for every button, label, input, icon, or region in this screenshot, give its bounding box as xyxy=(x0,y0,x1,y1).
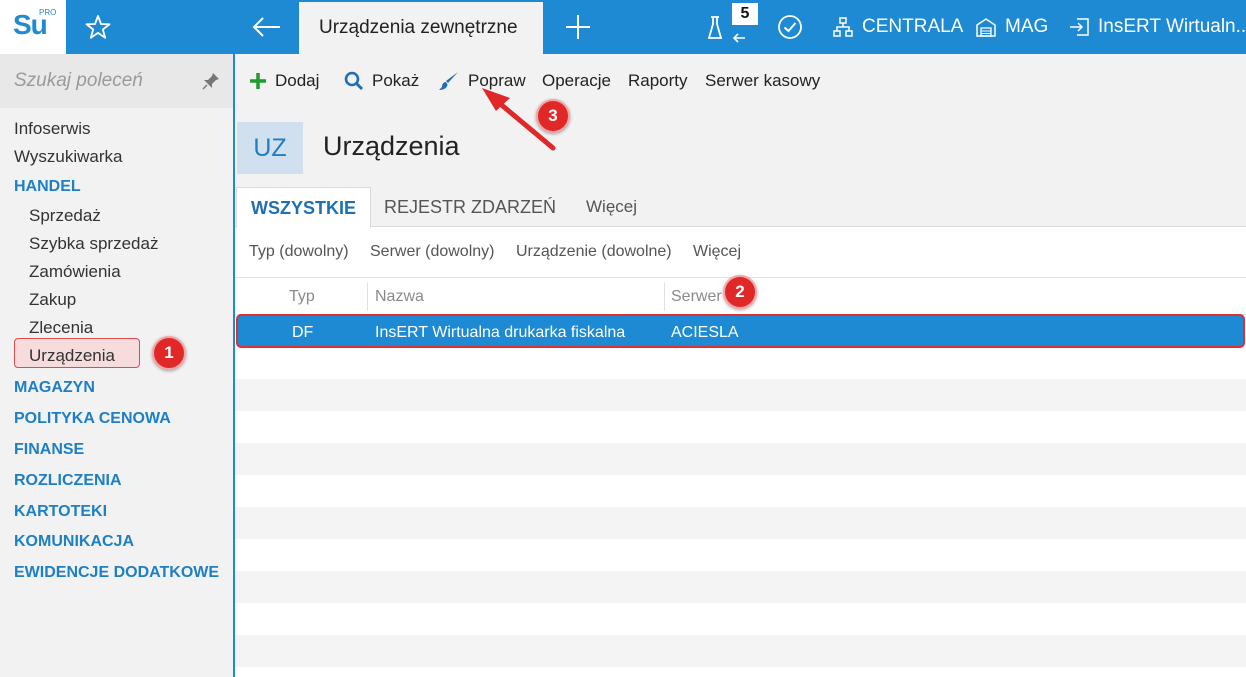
empty-row xyxy=(235,443,1246,475)
sidebar-item-szybka-sprzedaz[interactable]: Szybka sprzedaż xyxy=(29,234,158,254)
cell-server: ACIESLA xyxy=(671,324,739,341)
back-arrow-icon[interactable] xyxy=(250,12,282,42)
logo-superscript: PRO xyxy=(39,8,57,17)
reports-menu[interactable]: Raporty xyxy=(628,70,688,92)
sidebar-item-urzadzenia[interactable]: Urządzenia xyxy=(29,346,115,366)
devices-table: Typ Nazwa Serwer DF InsERT Wirtualna dru… xyxy=(235,279,1246,677)
empty-row xyxy=(235,571,1246,603)
cash-server-menu[interactable]: Serwer kasowy xyxy=(705,70,820,92)
module-tile: UZ xyxy=(237,122,303,174)
sidebar-group-finanse[interactable]: FINANSE xyxy=(14,441,84,459)
command-search xyxy=(0,54,233,108)
warehouse-icon xyxy=(976,18,996,37)
column-header-type[interactable]: Typ xyxy=(289,288,315,306)
show-button[interactable]: Pokaż xyxy=(344,70,419,92)
column-header-name[interactable]: Nazwa xyxy=(375,288,424,306)
notification-badge: 5 xyxy=(732,3,758,25)
warehouse-label: MAG xyxy=(1005,16,1049,37)
company-selector[interactable]: InsERT Wirtualn... xyxy=(1068,14,1246,40)
tab-more[interactable]: Więcej xyxy=(572,187,651,227)
sidebar-item-zakup[interactable]: Zakup xyxy=(29,290,76,310)
empty-row xyxy=(235,379,1246,411)
company-label: InsERT Wirtualn... xyxy=(1098,16,1246,37)
command-search-input[interactable] xyxy=(14,68,194,94)
pin-icon[interactable] xyxy=(202,72,220,90)
favorites-star-icon[interactable] xyxy=(84,13,112,41)
sidebar-item-wyszukiwarka[interactable]: Wyszukiwarka xyxy=(14,147,122,167)
filter-bar: Typ (dowolny) Serwer (dowolny) Urządzeni… xyxy=(235,228,1246,278)
annotation-marker-2: 2 xyxy=(723,275,757,309)
sidebar-item-sprzedaz[interactable]: Sprzedaż xyxy=(29,206,101,226)
check-circle-icon[interactable] xyxy=(776,13,804,41)
sidebar-group-polityka-cenowa[interactable]: POLITYKA CENOWA xyxy=(14,410,171,428)
centrala-label: CENTRALA xyxy=(862,16,964,37)
sidebar-group-ewidencje-dodatkowe[interactable]: EWIDENCJE DODATKOWE xyxy=(14,564,219,582)
page-title: Urządzenia xyxy=(323,131,460,161)
app-logo[interactable]: Su PRO xyxy=(0,0,66,54)
cell-type: DF xyxy=(292,324,314,341)
add-button[interactable]: Dodaj xyxy=(249,70,319,92)
sidebar-group-rozliczenia[interactable]: ROZLICZENIA xyxy=(14,472,122,490)
new-tab-plus-icon[interactable] xyxy=(563,12,593,42)
tab-event-log[interactable]: REJESTR ZDARZEŃ xyxy=(370,187,570,227)
network-icon xyxy=(833,17,853,37)
command-toolbar: Dodaj Pokaż Popraw Operacje Raporty Serw… xyxy=(235,54,1246,107)
column-separator[interactable] xyxy=(664,283,665,311)
show-button-label: Pokaż xyxy=(372,71,420,90)
sidebar-item-zamowienia[interactable]: Zamówienia xyxy=(29,262,121,282)
empty-row xyxy=(235,507,1246,539)
filter-type[interactable]: Typ (dowolny) xyxy=(249,243,349,261)
warehouse-selector[interactable]: MAG xyxy=(975,14,1048,40)
sidebar-group-magazyn[interactable]: MAGAZYN xyxy=(14,379,95,397)
top-bar: Su PRO Urządzenia zewnętrzne 5 CENTRALA … xyxy=(0,0,1246,54)
cash-server-label: Serwer kasowy xyxy=(705,71,821,90)
sign-in-icon xyxy=(1070,18,1089,36)
table-row[interactable]: DF InsERT Wirtualna drukarka fiskalna AC… xyxy=(236,314,1245,348)
tab-urzadzenia-zewnetrzne[interactable]: Urządzenia zewnętrzne xyxy=(299,2,543,54)
filter-device[interactable]: Urządzenie (dowolne) xyxy=(516,243,672,261)
column-separator[interactable] xyxy=(367,283,368,311)
tab-label: Urządzenia zewnętrzne xyxy=(319,17,518,38)
sidebar-group-komunikacja[interactable]: KOMUNIKACJA xyxy=(14,533,134,551)
add-button-label: Dodaj xyxy=(275,71,320,90)
brush-icon xyxy=(439,72,458,90)
cell-name: InsERT Wirtualna drukarka fiskalna xyxy=(375,324,626,341)
column-header-server[interactable]: Serwer xyxy=(671,288,722,306)
filter-server[interactable]: Serwer (dowolny) xyxy=(370,243,494,261)
filter-more[interactable]: Więcej xyxy=(693,243,741,261)
sidebar-group-handel[interactable]: HANDEL xyxy=(14,178,81,196)
plus-icon xyxy=(250,73,266,89)
sidebar-item-infoserwis[interactable]: Infoserwis xyxy=(14,119,91,139)
search-icon xyxy=(344,71,364,91)
view-tabs: WSZYSTKIE REJESTR ZDARZEŃ Więcej xyxy=(235,187,1246,228)
sidebar: Infoserwis Wyszukiwarka HANDEL Sprzedaż … xyxy=(0,54,235,677)
page-header: UZ Urządzenia xyxy=(235,107,1246,187)
reports-label: Raporty xyxy=(628,71,688,90)
annotation-marker-1: 1 xyxy=(152,336,186,370)
sidebar-item-zlecenia[interactable]: Zlecenia xyxy=(29,318,93,338)
centrala-selector[interactable]: CENTRALA xyxy=(832,14,963,40)
sidebar-group-kartoteki[interactable]: KARTOTEKI xyxy=(14,503,107,521)
tab-all[interactable]: WSZYSTKIE xyxy=(236,187,372,228)
empty-row xyxy=(235,635,1246,667)
annotation-arrow xyxy=(482,88,556,151)
